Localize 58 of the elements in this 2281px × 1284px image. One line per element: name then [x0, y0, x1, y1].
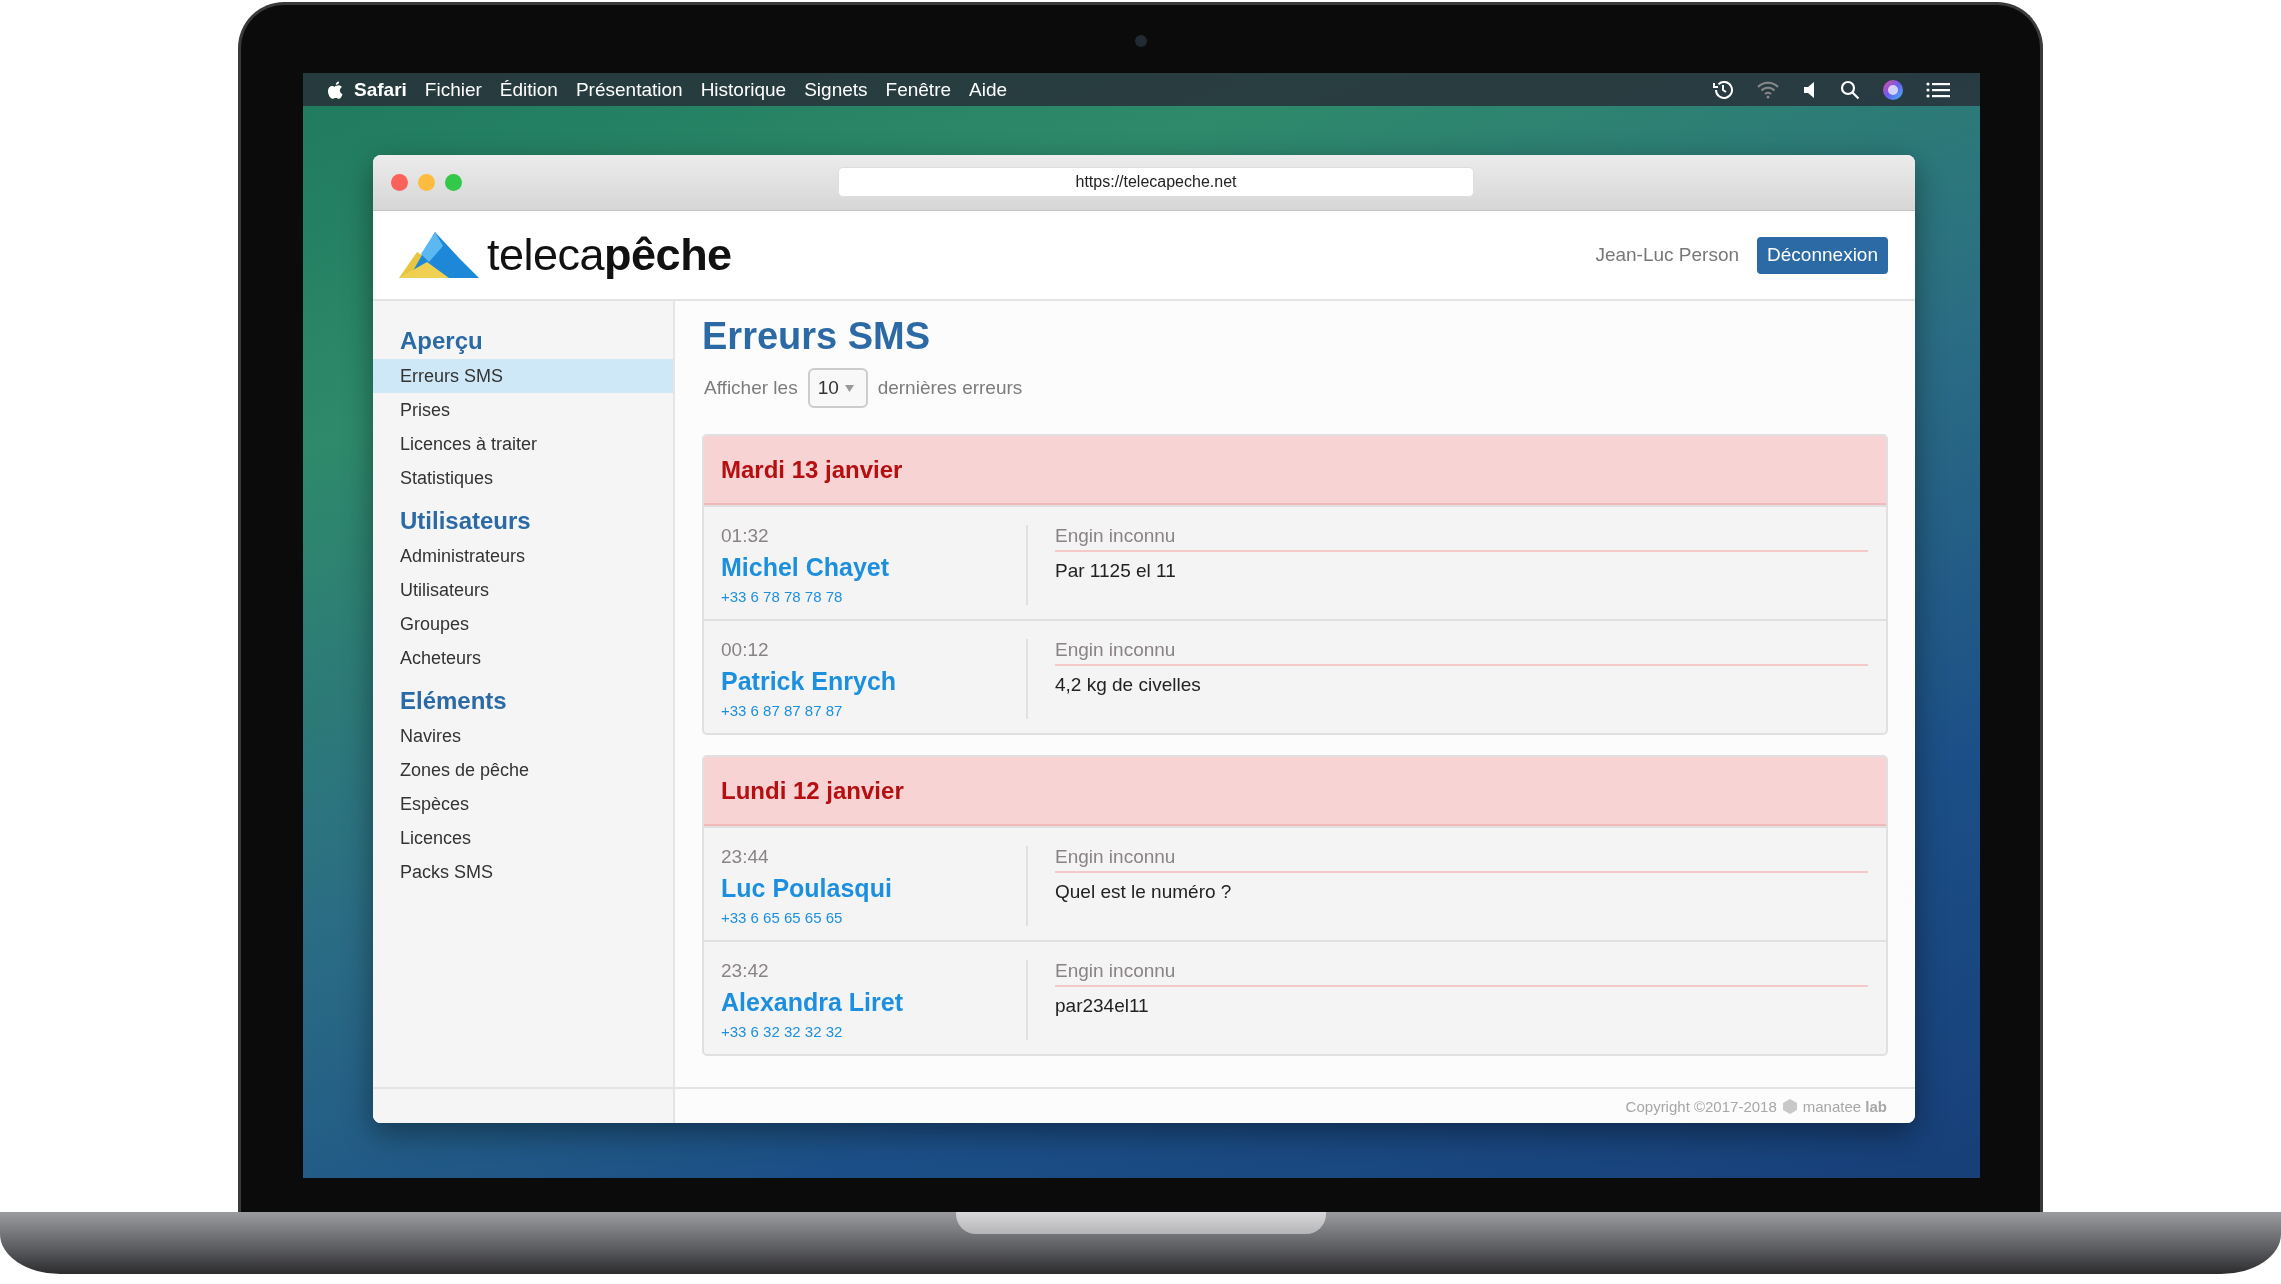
hexagon-icon [1782, 1098, 1797, 1114]
apple-icon [325, 78, 345, 101]
logo-text: telecapêche [487, 229, 732, 281]
clock-icon[interactable] [1712, 78, 1734, 101]
section-heading: Eléments [399, 687, 508, 716]
nav-item[interactable]: Licences [373, 821, 673, 855]
nav-item[interactable]: Statistiques [373, 461, 673, 495]
filter-label: dernières erreurs [877, 377, 1023, 399]
wifi-icon[interactable] [1756, 80, 1780, 99]
list-icon[interactable] [1926, 80, 1950, 99]
filter-label: Afficher les [704, 377, 798, 399]
caret-icon [844, 384, 854, 392]
message-text: Quel est le numéro ? [1055, 881, 1233, 903]
menu-item[interactable]: Historique [691, 78, 796, 101]
date-heading: Mardi 13 janvier [704, 436, 1886, 505]
error-label: Engin inconnu [1055, 960, 1868, 987]
nav-item[interactable]: Packs SMS [373, 855, 673, 889]
nav-item[interactable]: Administrateurs [373, 539, 673, 573]
error-label: Engin inconnu [1055, 525, 1868, 552]
error-label: Engin inconnu [1055, 639, 1868, 666]
logout-button[interactable]: Déconnexion [1757, 236, 1888, 274]
siri-icon[interactable] [1882, 78, 1904, 101]
section-heading: Aperçu [399, 327, 484, 356]
message-time: 23:44 [721, 846, 770, 868]
message-text: Par 1125 el 11 [1055, 560, 1177, 582]
message-time: 00:12 [721, 639, 770, 661]
address-bar[interactable]: https://telecapeche.net [838, 167, 1474, 197]
nav-item[interactable]: Prises [373, 393, 673, 427]
camera-icon [1134, 35, 1147, 47]
message-text: par234el11 [1055, 995, 1150, 1017]
menu-item[interactable]: Signets [795, 78, 877, 101]
nav-item[interactable]: Zones de pêche [373, 753, 673, 787]
menu-item[interactable]: Présentation [566, 78, 692, 101]
menu-item[interactable]: Fichier [415, 78, 491, 101]
search-icon[interactable] [1840, 79, 1860, 100]
nav-item[interactable]: Erreurs SMS [373, 359, 673, 393]
menu-item[interactable]: Fenêtre [876, 78, 961, 101]
nav-item[interactable]: Licences à traiter [373, 427, 673, 461]
nav-item[interactable]: Navires [373, 719, 673, 753]
message-time: 23:42 [721, 960, 770, 982]
nav-item[interactable]: Acheteurs [373, 641, 673, 675]
nav-item[interactable]: Espèces [373, 787, 673, 821]
menu-item[interactable]: Aide [960, 78, 1017, 101]
count-select[interactable]: 10 [807, 368, 868, 408]
menu-item[interactable]: Édition [490, 78, 567, 101]
user-name: Jean-Luc Person [1595, 244, 1740, 266]
brand-name: manatee lab [1802, 1097, 1887, 1115]
nav-item[interactable]: Utilisateurs [373, 573, 673, 607]
message-time: 01:32 [721, 525, 770, 547]
mountain-logo-icon [399, 232, 479, 278]
section-heading: Utilisateurs [399, 507, 532, 536]
page-title: Erreurs SMS [702, 315, 932, 358]
app-menu[interactable]: Safari [345, 78, 416, 101]
date-heading: Lundi 12 janvier [704, 757, 1886, 826]
message-text: 4,2 kg de civelles [1055, 674, 1202, 696]
error-label: Engin inconnu [1055, 846, 1868, 873]
copyright-text: Copyright ©2017-2018 [1625, 1097, 1777, 1115]
nav-item[interactable]: Groupes [373, 607, 673, 641]
